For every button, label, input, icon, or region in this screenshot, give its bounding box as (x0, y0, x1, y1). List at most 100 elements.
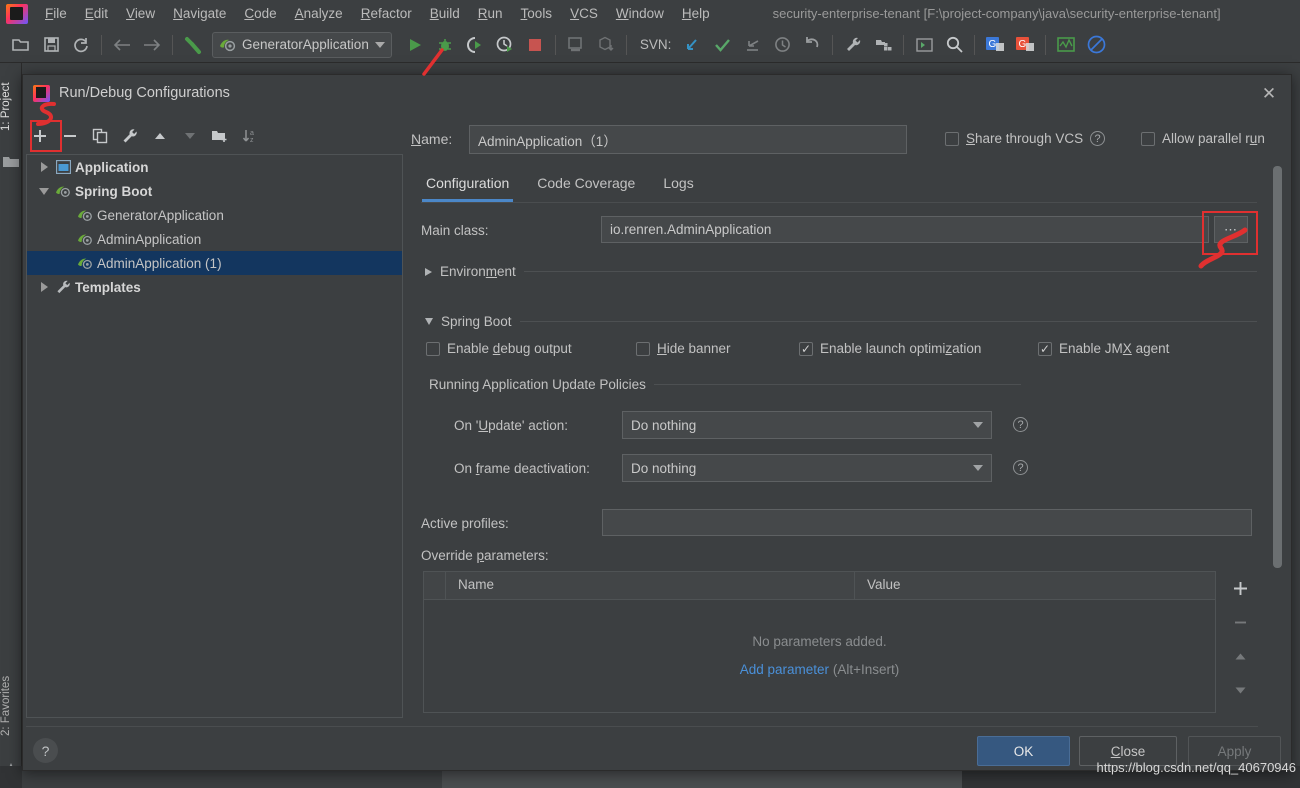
update-project-icon[interactable] (561, 30, 591, 60)
tool-window-project[interactable]: 1: Project (0, 67, 22, 147)
enable-launch-optimization-checkbox[interactable]: Enable launch optimization (799, 341, 981, 356)
debug-icon[interactable] (430, 30, 460, 60)
on-frame-deactivation-select[interactable]: Do nothing (622, 454, 992, 482)
build-hammer-icon[interactable] (178, 30, 208, 60)
menu-code[interactable]: Code (235, 3, 285, 24)
profile-icon[interactable] (490, 30, 520, 60)
menu-help[interactable]: Help (673, 3, 719, 24)
enable-jmx-agent-checkbox[interactable]: Enable JMX agent (1038, 341, 1169, 356)
active-profiles-input[interactable] (602, 509, 1252, 536)
tree-item-generatorapplication[interactable]: GeneratorApplication (27, 203, 402, 227)
tool-window-favorites[interactable]: 2: Favorites (0, 658, 22, 753)
vcs-update-icon[interactable] (677, 30, 707, 60)
back-arrow-icon[interactable] (107, 30, 137, 60)
menu-refactor[interactable]: Refactor (352, 3, 421, 24)
chevron-down-icon[interactable] (35, 187, 53, 195)
column-header-name[interactable]: Name (446, 572, 855, 599)
stop-icon[interactable] (520, 30, 550, 60)
allow-parallel-run-checkbox[interactable]: Allow parallel run (1141, 131, 1265, 146)
remove-configuration-button[interactable] (56, 123, 84, 149)
copy-configuration-button[interactable] (86, 123, 114, 149)
vcs-commit-icon[interactable] (707, 30, 737, 60)
help-button[interactable]: ? (33, 738, 58, 763)
package-download-icon[interactable] (591, 30, 621, 60)
menu-window[interactable]: Window (607, 3, 673, 24)
environment-section-header[interactable]: Environment (425, 264, 1257, 279)
tree-item-application[interactable]: Application (27, 155, 402, 179)
spring-boot-section-header[interactable]: Spring Boot (425, 314, 1257, 329)
vcs-history-icon[interactable] (767, 30, 797, 60)
checkbox-box[interactable] (426, 341, 440, 356)
configuration-name-input[interactable] (469, 125, 907, 154)
table-move-down-button[interactable] (1224, 673, 1256, 707)
on-frame-deactivation-help-icon[interactable]: ? (1013, 460, 1028, 475)
right-pane-scrollbar-thumb[interactable] (1273, 166, 1282, 568)
translate-blue-icon[interactable]: G (980, 30, 1010, 60)
disable-icon[interactable] (1081, 30, 1111, 60)
run-icon[interactable] (400, 30, 430, 60)
menu-run[interactable]: Run (469, 3, 512, 24)
hide-banner-checkbox[interactable]: Hide banner (636, 341, 731, 356)
tree-item-adminapplication-1[interactable]: AdminApplication (1) (27, 251, 402, 275)
forward-arrow-icon[interactable] (137, 30, 167, 60)
settings-wrench-icon[interactable] (838, 30, 868, 60)
save-all-icon[interactable] (36, 30, 66, 60)
menu-edit[interactable]: Edit (76, 3, 117, 24)
move-down-button[interactable] (176, 123, 204, 149)
checkbox-box[interactable] (1141, 131, 1155, 146)
checkbox-box[interactable] (636, 341, 650, 356)
translate-red-icon[interactable]: G (1010, 30, 1040, 60)
vcs-revert-icon[interactable] (797, 30, 827, 60)
browse-main-class-button[interactable]: ⋯ (1214, 216, 1248, 243)
run-with-coverage-icon[interactable] (460, 30, 490, 60)
project-structure-icon[interactable] (868, 30, 898, 60)
on-update-action-help-icon[interactable]: ? (1013, 417, 1028, 432)
checkbox-box[interactable] (1038, 341, 1052, 356)
sync-refresh-icon[interactable] (66, 30, 96, 60)
sort-configurations-button[interactable]: az (236, 123, 264, 149)
chevron-down-icon[interactable] (973, 422, 983, 428)
chevron-down-icon[interactable] (425, 318, 433, 325)
chevron-right-icon[interactable] (35, 162, 53, 172)
tab-configuration[interactable]: Configuration (412, 172, 523, 202)
share-through-vcs-checkbox[interactable]: Share through VCS ? (945, 131, 1106, 146)
table-move-up-button[interactable] (1224, 639, 1256, 673)
main-class-input[interactable] (601, 216, 1209, 243)
chevron-down-icon[interactable] (374, 41, 385, 48)
menu-analyze[interactable]: Analyze (286, 3, 352, 24)
move-up-button[interactable] (146, 123, 174, 149)
add-parameter-link[interactable]: Add parameter (740, 662, 829, 677)
help-icon[interactable]: ? (1090, 131, 1106, 146)
menu-build[interactable]: Build (421, 3, 469, 24)
enable-debug-output-checkbox[interactable]: Enable debug output (426, 341, 572, 356)
terminal-icon[interactable] (909, 30, 939, 60)
open-project-icon[interactable] (6, 30, 36, 60)
tree-item-adminapplication[interactable]: AdminApplication (27, 227, 402, 251)
menu-navigate[interactable]: Navigate (164, 3, 235, 24)
add-configuration-button[interactable] (26, 123, 54, 149)
chevron-right-icon[interactable] (425, 267, 432, 276)
menu-tools[interactable]: Tools (512, 3, 562, 24)
search-icon[interactable] (939, 30, 969, 60)
checkbox-box[interactable] (799, 341, 813, 356)
menu-view[interactable]: View (117, 3, 164, 24)
edit-templates-button[interactable] (116, 123, 144, 149)
column-header-value[interactable]: Value (855, 572, 901, 599)
override-parameters-table[interactable]: Name Value No parameters added. Add para… (423, 571, 1216, 713)
ok-button[interactable]: OK (977, 736, 1070, 766)
vcs-shelve-icon[interactable] (737, 30, 767, 60)
chevron-right-icon[interactable] (35, 282, 53, 292)
run-configuration-selector[interactable]: GeneratorApplication (212, 31, 392, 58)
on-update-action-select[interactable]: Do nothing (622, 411, 992, 439)
configurations-tree[interactable]: Application Spring Boot GeneratorApplica… (26, 154, 403, 718)
table-remove-button[interactable] (1224, 605, 1256, 639)
table-add-button[interactable] (1224, 571, 1256, 605)
create-folder-button[interactable] (206, 123, 234, 149)
monitor-graph-icon[interactable] (1051, 30, 1081, 60)
tab-code-coverage[interactable]: Code Coverage (523, 172, 649, 196)
close-icon[interactable]: ✕ (1259, 84, 1279, 104)
tree-item-templates[interactable]: Templates (27, 275, 402, 299)
tab-logs[interactable]: Logs (649, 172, 707, 196)
tree-item-spring-boot[interactable]: Spring Boot (27, 179, 402, 203)
menu-vcs[interactable]: VCS (561, 3, 607, 24)
